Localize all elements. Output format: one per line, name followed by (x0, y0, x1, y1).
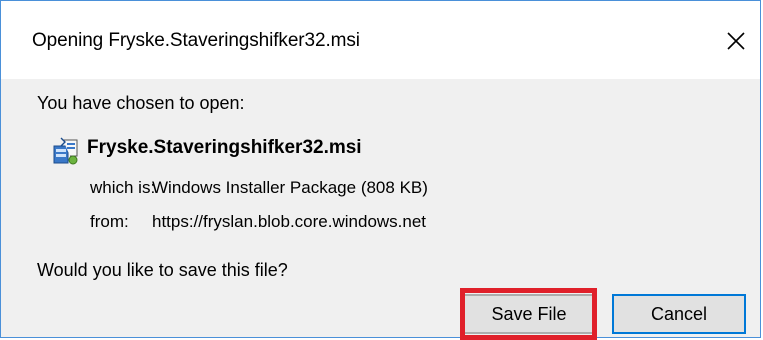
intro-text: You have chosen to open: (37, 93, 245, 113)
close-icon (727, 32, 745, 50)
save-button-highlight (460, 288, 597, 340)
save-question: Would you like to save this file? (37, 260, 288, 280)
source-url-value: https://fryslan.blob.core.windows.net (152, 212, 427, 231)
cancel-button[interactable]: Cancel (612, 294, 746, 334)
installer-package-icon (51, 136, 81, 166)
download-dialog: Opening Fryske.Staveringshifker32.msi Yo… (0, 0, 761, 340)
from-label: from: (90, 212, 129, 231)
title-bar: Opening Fryske.Staveringshifker32.msi (1, 1, 760, 79)
which-is-label: which is: (90, 178, 156, 197)
file-name: Fryske.Staveringshifker32.msi (87, 137, 362, 158)
file-type-value: Windows Installer Package (808 KB) (152, 178, 428, 197)
close-button[interactable] (712, 21, 760, 61)
dialog-title: Opening Fryske.Staveringshifker32.msi (32, 30, 360, 51)
